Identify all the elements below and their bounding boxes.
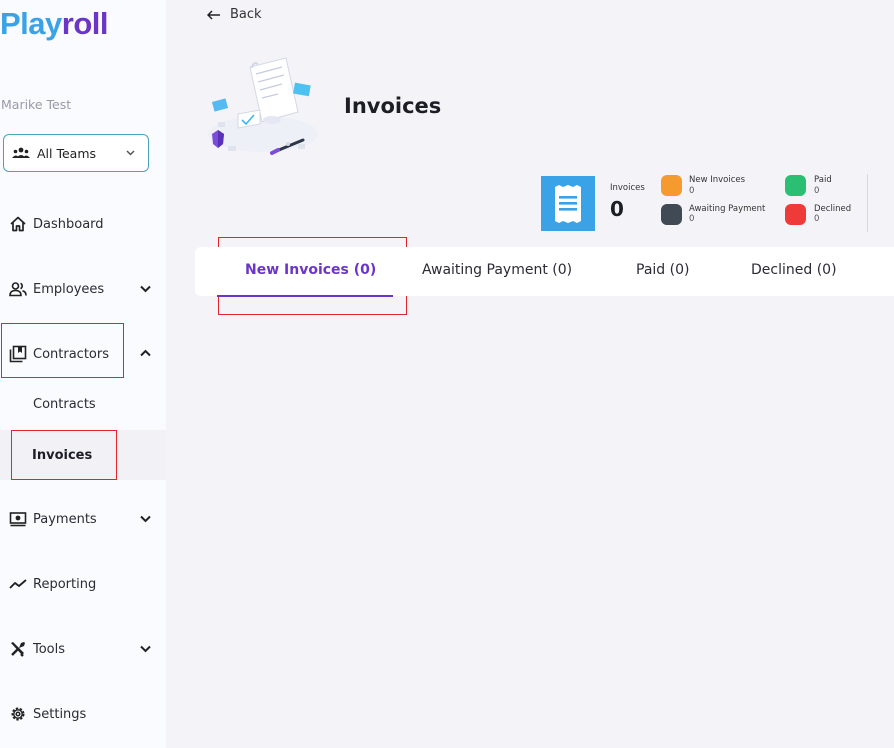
tab-paid[interactable]: Paid (0) (636, 262, 689, 278)
logo-part-play: Play (0, 6, 62, 41)
nav-tools-label: Tools (33, 641, 66, 657)
back-label: Back (230, 7, 262, 22)
nav-settings[interactable]: Settings (0, 696, 166, 732)
stats-divider (867, 174, 868, 232)
receipt-icon (555, 184, 581, 223)
tab-new-invoices[interactable]: New Invoices (0) (245, 262, 376, 278)
declined-swatch (785, 204, 806, 225)
nav-contractors[interactable]: Contractors (0, 336, 166, 372)
chevron-down-icon (140, 515, 151, 523)
paid-label: Paid (814, 175, 832, 185)
chevron-down-icon (140, 645, 151, 653)
contractors-icon (9, 345, 27, 363)
nav-contractors-label: Contractors (33, 346, 109, 362)
home-icon (10, 216, 26, 232)
tab-awaiting-payment[interactable]: Awaiting Payment (0) (422, 262, 572, 278)
tools-icon (11, 642, 25, 657)
gear-icon (11, 707, 25, 721)
awaiting-payment-label: Awaiting Payment (689, 204, 766, 214)
chevron-up-icon (140, 349, 151, 357)
people-icon (9, 282, 27, 297)
nav-reporting-label: Reporting (33, 576, 97, 592)
declined-value: 0 (814, 214, 820, 224)
payments-icon (9, 512, 27, 527)
playroll-logo[interactable]: Playroll (0, 6, 109, 42)
chevron-down-icon (140, 285, 151, 293)
page-title: Invoices (344, 94, 442, 118)
invoices-count-label: Invoices (610, 183, 645, 193)
awaiting-payment-swatch (661, 204, 682, 225)
nav-invoices[interactable]: Invoices (32, 448, 92, 463)
new-invoices-value: 0 (689, 186, 695, 196)
tab-declined[interactable]: Declined (0) (751, 262, 837, 278)
trend-line-icon (9, 579, 27, 589)
nav-employees[interactable]: Employees (0, 271, 166, 307)
paid-swatch (785, 175, 806, 196)
invoice-stat-icon (541, 176, 595, 231)
user-name: Marike Test (1, 97, 72, 112)
nav-reporting[interactable]: Reporting (0, 566, 166, 602)
nav-payments[interactable]: Payments (0, 501, 166, 537)
new-invoices-swatch (661, 175, 682, 196)
team-select[interactable]: All Teams (3, 134, 149, 172)
nav-contracts[interactable]: Contracts (33, 397, 96, 412)
awaiting-payment-value: 0 (689, 214, 695, 224)
chevron-down-icon (126, 150, 135, 156)
team-select-value: All Teams (37, 145, 97, 161)
nav-payments-label: Payments (33, 511, 97, 527)
nav-tools[interactable]: Tools (0, 631, 166, 667)
nav-settings-label: Settings (33, 706, 87, 722)
paid-value: 0 (814, 186, 820, 196)
back-link[interactable]: Back (207, 7, 262, 22)
nav-employees-label: Employees (33, 281, 105, 297)
team-icon (12, 147, 30, 158)
active-tab-underline (217, 295, 393, 297)
nav-dashboard-label: Dashboard (33, 216, 104, 232)
arrow-left-icon (207, 9, 220, 20)
declined-label: Declined (814, 204, 852, 214)
sidebar: Playroll Marike Test All Teams Dashboard (0, 0, 166, 748)
invoice-tabs: New Invoices (0) Awaiting Payment (0) Pa… (195, 247, 894, 296)
invoices-count-value: 0 (610, 197, 624, 221)
new-invoices-label: New Invoices (689, 175, 746, 185)
nav-dashboard[interactable]: Dashboard (0, 206, 166, 242)
invoices-illustration (208, 57, 318, 155)
logo-part-roll: roll (61, 6, 109, 41)
